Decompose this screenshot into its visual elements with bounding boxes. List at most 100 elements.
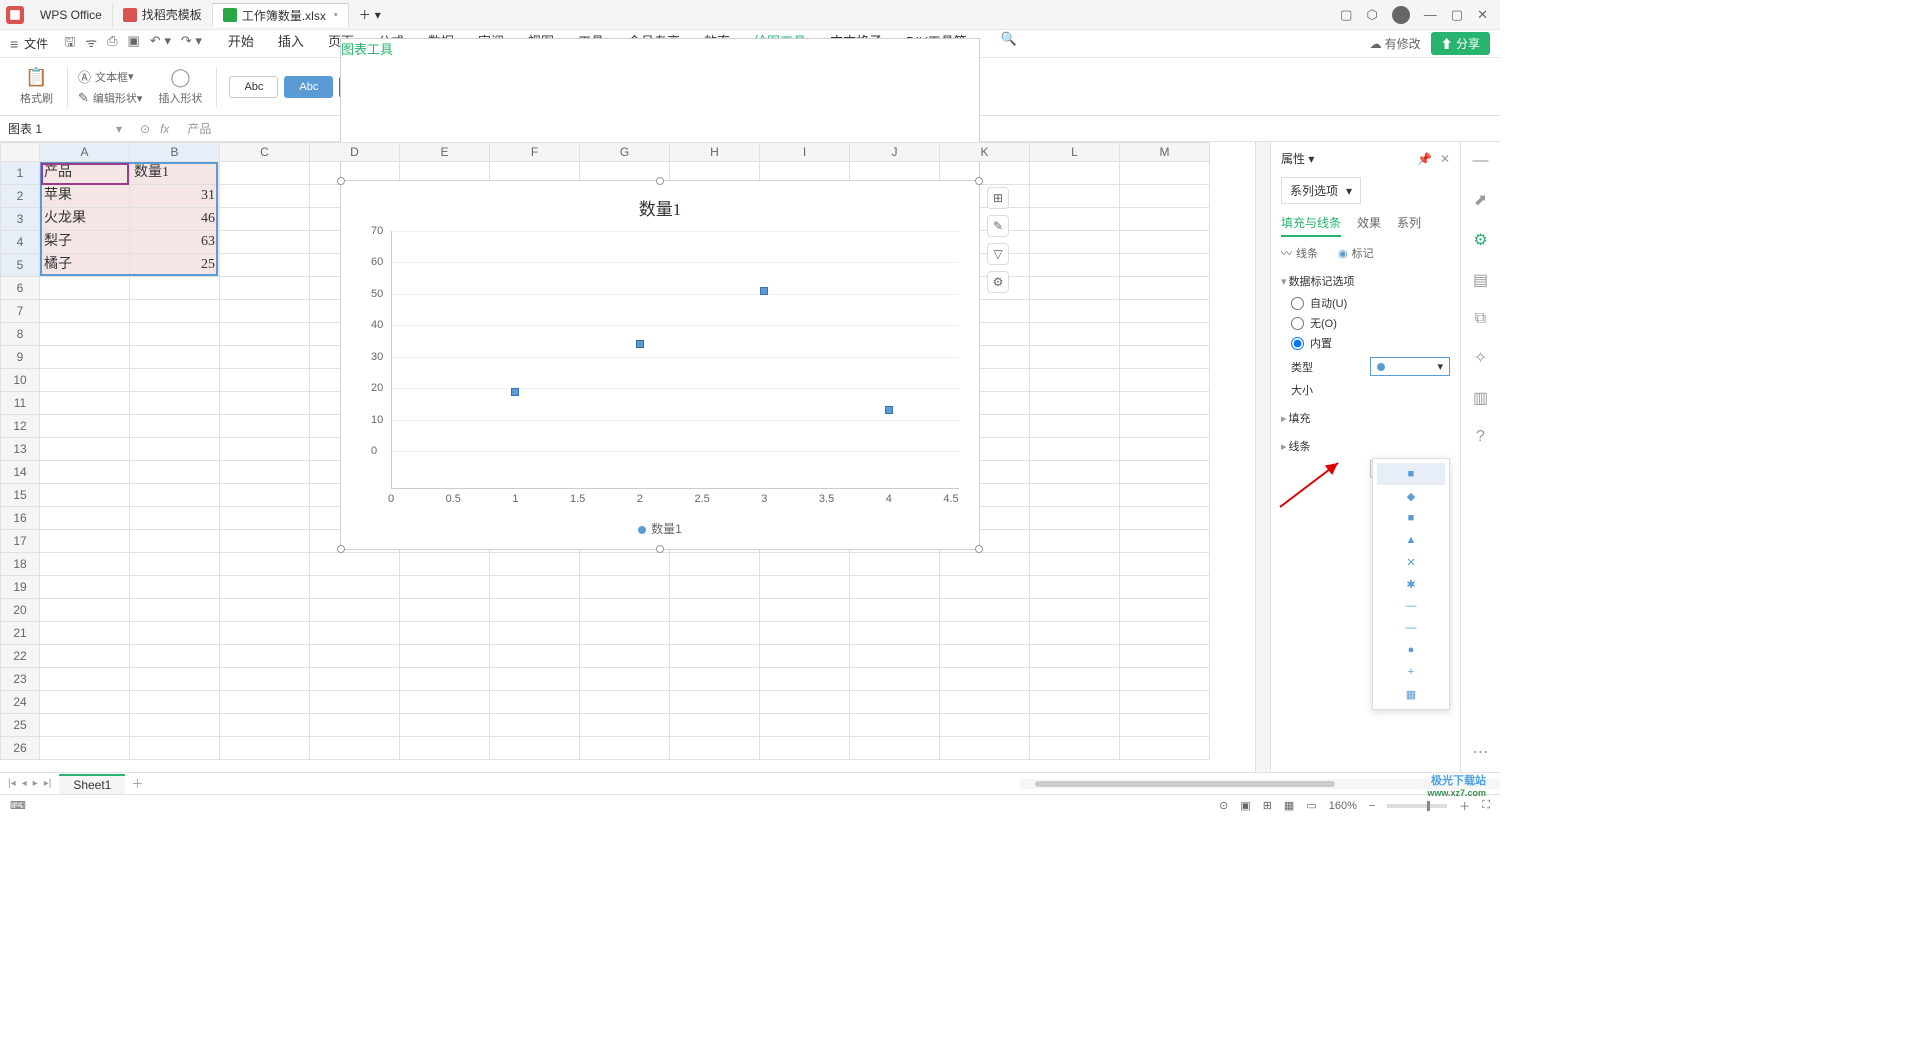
cell[interactable]: [1030, 185, 1120, 208]
cell[interactable]: [670, 576, 760, 599]
modify-indicator[interactable]: ☁ 有修改: [1370, 35, 1421, 52]
subtab-effect[interactable]: 效果: [1357, 214, 1381, 237]
col-head-A[interactable]: A: [40, 142, 130, 162]
col-head-K[interactable]: K: [940, 142, 1030, 162]
cell[interactable]: [1030, 484, 1120, 507]
cell[interactable]: [130, 668, 220, 691]
cell[interactable]: [580, 599, 670, 622]
cell[interactable]: [850, 737, 940, 760]
cell[interactable]: [220, 461, 310, 484]
cell[interactable]: [40, 507, 130, 530]
cell[interactable]: [490, 622, 580, 645]
cell[interactable]: [1120, 461, 1210, 484]
new-tab-button[interactable]: ＋ ▾: [349, 3, 391, 27]
cell[interactable]: [490, 691, 580, 714]
avatar[interactable]: [1392, 6, 1410, 24]
cell[interactable]: [400, 645, 490, 668]
cell[interactable]: [220, 162, 310, 185]
row-head[interactable]: 23: [0, 668, 40, 691]
series-options-dropdown[interactable]: 系列选项▾: [1281, 177, 1361, 204]
cell[interactable]: [130, 415, 220, 438]
cell[interactable]: [400, 599, 490, 622]
cell[interactable]: [1030, 415, 1120, 438]
cell[interactable]: [670, 691, 760, 714]
row-head[interactable]: 14: [0, 461, 40, 484]
row-head[interactable]: 17: [0, 530, 40, 553]
cell[interactable]: [580, 622, 670, 645]
sheet-nav-prev[interactable]: ◂: [22, 778, 27, 789]
cell[interactable]: [40, 369, 130, 392]
cell[interactable]: [670, 599, 760, 622]
cell[interactable]: [490, 714, 580, 737]
cell[interactable]: [760, 737, 850, 760]
cell[interactable]: [220, 300, 310, 323]
cell[interactable]: [1120, 208, 1210, 231]
chart-plot-area[interactable]: 01020304050607000.511.522.533.544.5: [371, 231, 959, 489]
win-cube-icon[interactable]: ⬡: [1366, 7, 1377, 23]
view-read-icon[interactable]: ▭: [1306, 799, 1316, 812]
cell[interactable]: [310, 737, 400, 760]
cell[interactable]: [670, 553, 760, 576]
sidebar-select-icon[interactable]: ⬈: [1474, 190, 1487, 210]
cell[interactable]: 63: [130, 231, 220, 254]
subtab-series[interactable]: 系列: [1397, 214, 1421, 237]
maximize-icon[interactable]: ▢: [1451, 7, 1463, 23]
quick-print-icon[interactable]: ▣: [128, 33, 140, 55]
cell[interactable]: [1120, 369, 1210, 392]
cell[interactable]: [1120, 668, 1210, 691]
cell[interactable]: [130, 438, 220, 461]
cell[interactable]: [40, 576, 130, 599]
cell[interactable]: [760, 714, 850, 737]
row-head[interactable]: 12: [0, 415, 40, 438]
cell[interactable]: [220, 231, 310, 254]
cell[interactable]: [220, 622, 310, 645]
cell[interactable]: [760, 599, 850, 622]
cell[interactable]: [220, 277, 310, 300]
radio-none[interactable]: 无(O): [1291, 315, 1450, 331]
fx-icon[interactable]: fx: [160, 122, 169, 136]
cell[interactable]: [130, 392, 220, 415]
cell[interactable]: 火龙果: [40, 208, 130, 231]
cell[interactable]: 数量1: [130, 162, 220, 185]
row-head[interactable]: 8: [0, 323, 40, 346]
row-head[interactable]: 6: [0, 277, 40, 300]
chart-element-icon[interactable]: ⊞: [987, 187, 1009, 209]
col-head-M[interactable]: M: [1120, 142, 1210, 162]
cell[interactable]: [1120, 530, 1210, 553]
cell[interactable]: [310, 668, 400, 691]
cell[interactable]: [400, 553, 490, 576]
cell[interactable]: [850, 553, 940, 576]
cell[interactable]: [580, 645, 670, 668]
cell[interactable]: [130, 553, 220, 576]
shape-style-2[interactable]: Abc: [284, 76, 333, 98]
minimize-icon[interactable]: —: [1424, 7, 1437, 22]
line-tab[interactable]: 〰 线条: [1281, 245, 1318, 261]
row-head[interactable]: 3: [0, 208, 40, 231]
cell[interactable]: [130, 737, 220, 760]
cell[interactable]: [940, 622, 1030, 645]
cell[interactable]: [850, 691, 940, 714]
row-head[interactable]: 22: [0, 645, 40, 668]
cell[interactable]: [400, 576, 490, 599]
cell[interactable]: [940, 668, 1030, 691]
col-head-G[interactable]: G: [580, 142, 670, 162]
cell[interactable]: [220, 599, 310, 622]
tab-insert[interactable]: 插入: [278, 31, 304, 56]
chart-style-icon[interactable]: ✎: [987, 215, 1009, 237]
status-mode-icon[interactable]: ⌨: [10, 799, 26, 812]
cell[interactable]: [850, 599, 940, 622]
title-tab-app[interactable]: WPS Office: [30, 3, 113, 27]
row-head[interactable]: 20: [0, 599, 40, 622]
sidebar-style-icon[interactable]: ✧: [1474, 348, 1487, 368]
cell[interactable]: [490, 599, 580, 622]
row-head[interactable]: 13: [0, 438, 40, 461]
view-grid2-icon[interactable]: ▦: [1284, 799, 1294, 812]
zoom-in-icon[interactable]: ＋: [1459, 798, 1470, 814]
cell[interactable]: [220, 208, 310, 231]
row-head[interactable]: 21: [0, 622, 40, 645]
cell[interactable]: [1120, 277, 1210, 300]
cell[interactable]: [1030, 208, 1120, 231]
cell[interactable]: [130, 300, 220, 323]
close-icon[interactable]: ✕: [1477, 7, 1488, 23]
cell[interactable]: [130, 576, 220, 599]
